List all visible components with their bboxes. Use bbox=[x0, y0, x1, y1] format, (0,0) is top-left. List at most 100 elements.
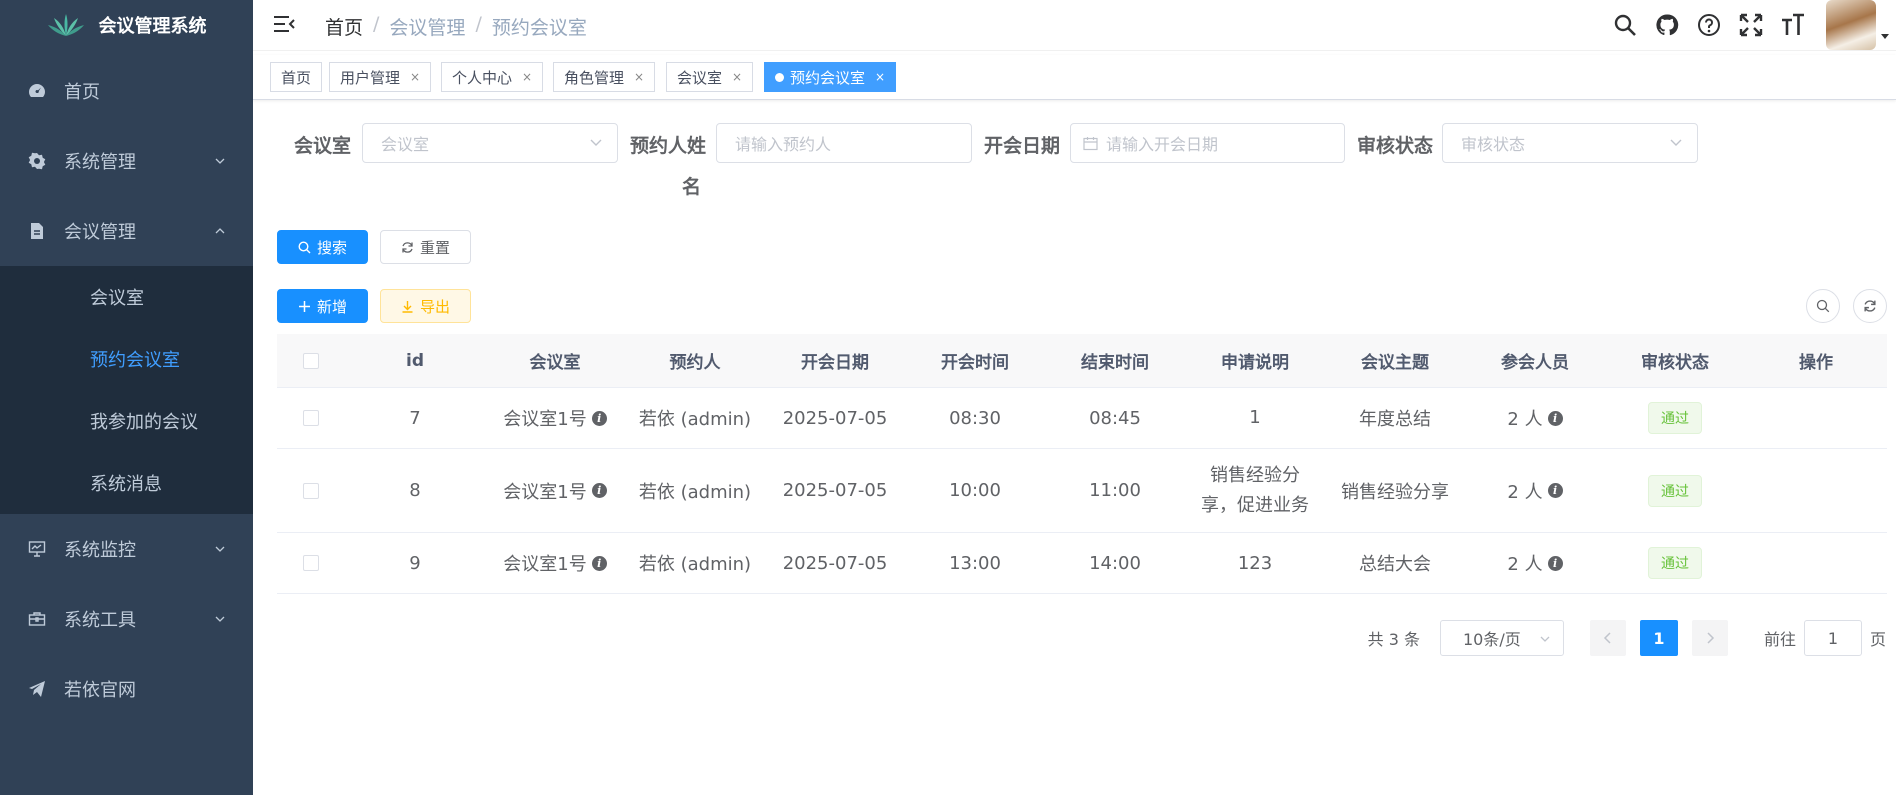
room-value: 会议室1号 bbox=[503, 554, 587, 575]
sidebar-item-monitor[interactable]: 系统监控 bbox=[0, 514, 253, 584]
sidebar-logo[interactable]: 会议管理系统 bbox=[0, 0, 253, 50]
header-cell: 申请说明 bbox=[1221, 353, 1289, 373]
header-cell: id bbox=[406, 350, 424, 371]
date-picker[interactable]: 请输入开会日期 bbox=[1070, 123, 1345, 163]
desc-line: 享，促进业务 bbox=[1201, 494, 1309, 516]
header-cell: 预约人 bbox=[669, 353, 721, 373]
status-badge: 通过 bbox=[1648, 402, 1702, 434]
reset-button[interactable]: 重置 bbox=[380, 230, 471, 264]
close-icon[interactable]: × bbox=[732, 70, 742, 84]
search-button[interactable]: 搜索 bbox=[277, 230, 368, 264]
user-cell: 若依 (admin) bbox=[638, 409, 752, 430]
table-row[interactable]: 7 会议室1号 i 若依 (admin) 2025-07-05 08:30 08:… bbox=[277, 388, 1887, 449]
info-icon[interactable]: i bbox=[1547, 410, 1563, 426]
close-icon[interactable]: × bbox=[634, 70, 644, 84]
sidebar-item-tools[interactable]: 系统工具 bbox=[0, 584, 253, 654]
user-input[interactable]: 请输入预约人 bbox=[716, 123, 972, 163]
header-cell: 会议室 bbox=[529, 353, 581, 373]
next-page-button[interactable] bbox=[1691, 620, 1728, 656]
tag-label: 首页 bbox=[281, 68, 312, 87]
select-all-checkbox[interactable] bbox=[303, 352, 319, 369]
room-select[interactable]: 会议室 bbox=[362, 123, 618, 163]
table-row[interactable]: 8 会议室1号 i 若依 (admin) 2025-07-05 10:00 11:… bbox=[277, 449, 1887, 533]
room-cell: 会议室1号 i bbox=[485, 405, 625, 431]
goto-page-input[interactable]: 1 bbox=[1803, 620, 1862, 656]
desc-cell: 销售经验分 享，促进业务 bbox=[1185, 461, 1325, 521]
table-row[interactable]: 9 会议室1号 i 若依 (admin) 2025-07-05 13:00 14:… bbox=[277, 533, 1887, 594]
row-checkbox[interactable] bbox=[303, 555, 319, 571]
sidebar-item-my-meetings[interactable]: 我参加的会议 bbox=[0, 390, 253, 452]
status-label: 审核状态 bbox=[1357, 135, 1434, 157]
sidebar-item-label: 系统工具 bbox=[64, 610, 136, 631]
calendar-icon bbox=[1083, 136, 1098, 150]
question-icon[interactable] bbox=[1696, 12, 1722, 38]
id-cell: 8 bbox=[409, 480, 421, 501]
header-cell: 审核状态 bbox=[1641, 353, 1709, 373]
tags-view: 首页 用户管理 × 个人中心 × 角色管理 × 会议室 × 预约会议室 × bbox=[253, 55, 1896, 100]
caret-down-icon[interactable] bbox=[1880, 31, 1890, 41]
info-icon[interactable]: i bbox=[1547, 555, 1563, 571]
date-cell: 2025-07-05 bbox=[782, 552, 888, 574]
fullscreen-icon[interactable] bbox=[1738, 12, 1764, 38]
close-icon[interactable]: × bbox=[410, 70, 420, 84]
sidebar-item-website[interactable]: 若依官网 bbox=[0, 654, 253, 724]
info-icon[interactable]: i bbox=[591, 410, 607, 426]
tag-user-management[interactable]: 用户管理 × bbox=[329, 62, 432, 92]
row-cell bbox=[277, 482, 345, 499]
info-icon[interactable]: i bbox=[591, 483, 607, 498]
close-icon[interactable]: × bbox=[875, 70, 885, 84]
github-icon[interactable] bbox=[1654, 12, 1680, 38]
tag-role-management[interactable]: 角色管理 × bbox=[553, 62, 656, 92]
export-button[interactable]: 导出 bbox=[380, 289, 471, 323]
search-icon bbox=[298, 240, 311, 253]
sidebar-item-meeting[interactable]: 会议管理 bbox=[0, 196, 253, 266]
tag-label: 个人中心 bbox=[452, 68, 513, 87]
search-icon[interactable] bbox=[1612, 12, 1638, 38]
add-button[interactable]: 新增 bbox=[277, 289, 368, 323]
status-cell: 通过 bbox=[1605, 402, 1745, 434]
user-cell: 若依 (admin) bbox=[638, 481, 752, 503]
header-cell: 参会人员 bbox=[1501, 353, 1569, 373]
row-checkbox[interactable] bbox=[303, 482, 319, 499]
sidebar-item-label: 会议管理 bbox=[64, 222, 136, 243]
id-cell: 9 bbox=[409, 552, 421, 574]
room-cell: 会议室1号 i bbox=[485, 478, 625, 504]
page-size-select[interactable]: 10条/页 bbox=[1439, 620, 1564, 656]
tag-profile[interactable]: 个人中心 × bbox=[441, 62, 544, 92]
sidebar-item-reserve-room[interactable]: 预约会议室 bbox=[0, 328, 253, 390]
plus-icon bbox=[298, 300, 310, 312]
sidebar-item-home[interactable]: 首页 bbox=[0, 56, 253, 126]
start-cell: 13:00 bbox=[949, 552, 1001, 574]
sidebar-item-label: 系统管理 bbox=[64, 152, 136, 173]
prev-page-button[interactable] bbox=[1589, 620, 1626, 656]
text-size-icon[interactable] bbox=[1780, 12, 1806, 38]
close-icon[interactable]: × bbox=[522, 70, 532, 84]
date-label: 开会日期 bbox=[984, 135, 1061, 157]
desc-line: 销售经验分 bbox=[1210, 464, 1300, 486]
status-select[interactable]: 审核状态 bbox=[1442, 123, 1698, 163]
breadcrumb-item[interactable]: 会议管理 bbox=[389, 13, 465, 40]
info-icon[interactable]: i bbox=[591, 555, 607, 571]
refresh-table-button[interactable] bbox=[1853, 289, 1887, 323]
header-cell: 结束时间 bbox=[1081, 353, 1149, 373]
toggle-search-button[interactable] bbox=[1806, 289, 1840, 323]
monitor-icon bbox=[28, 541, 46, 557]
attendees-value: 2 人 bbox=[1507, 409, 1543, 430]
tag-meeting-room[interactable]: 会议室 × bbox=[666, 62, 754, 92]
desc-line: 1 bbox=[1249, 407, 1261, 428]
avatar[interactable] bbox=[1826, 0, 1876, 50]
submenu-meeting: 会议室 预约会议室 我参加的会议 系统消息 bbox=[0, 266, 253, 514]
tag-home[interactable]: 首页 bbox=[270, 62, 323, 92]
tag-reserve-room[interactable]: 预约会议室 × bbox=[764, 62, 897, 92]
goto-prefix: 前往 bbox=[1763, 630, 1796, 649]
info-icon[interactable]: i bbox=[1547, 483, 1563, 498]
row-checkbox[interactable] bbox=[303, 410, 319, 426]
sidebar-item-room[interactable]: 会议室 bbox=[0, 266, 253, 328]
sidebar-item-system[interactable]: 系统管理 bbox=[0, 126, 253, 196]
hamburger-icon[interactable] bbox=[273, 14, 295, 34]
chevron-down-icon bbox=[1540, 636, 1550, 642]
breadcrumb-item[interactable]: 首页 bbox=[325, 13, 363, 40]
topic-cell: 销售经验分享 bbox=[1341, 481, 1449, 503]
sidebar-item-messages[interactable]: 系统消息 bbox=[0, 452, 253, 514]
page-number-current[interactable]: 1 bbox=[1639, 620, 1678, 656]
